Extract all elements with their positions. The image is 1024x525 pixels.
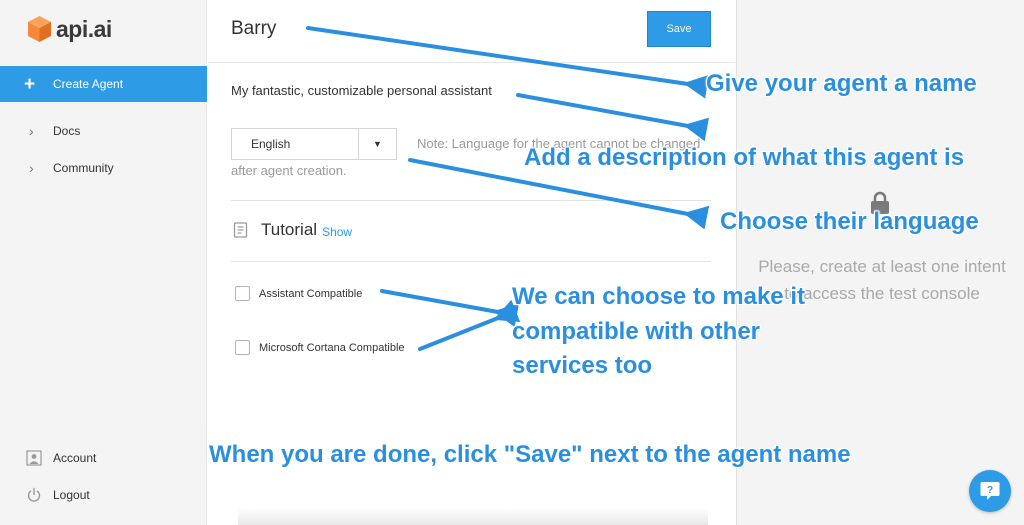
assistant-compatible-checkbox[interactable]: Assistant Compatible	[235, 286, 362, 301]
language-note-continued: after agent creation.	[231, 163, 347, 178]
annotation-name: Give your agent a name	[706, 70, 977, 97]
agent-description-input[interactable]: My fantastic, customizable personal assi…	[231, 83, 492, 98]
divider	[208, 62, 735, 63]
annotation-description: Add a description of what this agent is	[524, 144, 965, 171]
save-button[interactable]: Save	[647, 11, 711, 47]
language-select[interactable]: English ▼	[231, 128, 397, 160]
checkbox[interactable]	[235, 286, 250, 301]
sidebar-item-account[interactable]: Account	[0, 446, 207, 470]
book-icon	[233, 222, 248, 238]
tutorial-section: Tutorial Show	[233, 220, 352, 240]
logo[interactable]: api.ai	[27, 14, 112, 44]
cube-logo-icon	[28, 16, 51, 42]
person-icon	[26, 450, 42, 466]
divider	[231, 261, 711, 262]
caret-down-icon[interactable]: ▼	[359, 129, 396, 159]
checkbox-label: Microsoft Cortana Compatible	[259, 341, 405, 354]
svg-text:?: ?	[987, 485, 993, 496]
agent-name-input[interactable]: Barry	[231, 18, 276, 40]
language-value: English	[232, 129, 359, 159]
chevron-right-icon: ›	[29, 160, 34, 176]
checkbox[interactable]	[235, 340, 250, 355]
power-icon	[26, 487, 42, 503]
help-chat-icon: ?	[980, 482, 1000, 500]
help-chat-button[interactable]: ?	[969, 470, 1011, 512]
sidebar: api.ai + Create Agent › Docs › Community…	[0, 0, 207, 525]
sidebar-item-label: Community	[53, 161, 114, 175]
annotation-save: When you are done, click "Save" next to …	[209, 441, 851, 468]
create-agent-button[interactable]: + Create Agent	[0, 66, 207, 102]
chevron-right-icon: ›	[29, 123, 34, 139]
sidebar-item-logout[interactable]: Logout	[0, 483, 207, 507]
annotation-compatible: We can choose to make it compatible with…	[512, 283, 805, 379]
sidebar-item-docs[interactable]: › Docs	[0, 119, 207, 143]
divider	[231, 200, 711, 201]
footer-shadow	[238, 508, 708, 525]
tutorial-show-link[interactable]: Show	[322, 225, 352, 239]
sidebar-item-label: Account	[53, 451, 97, 465]
tutorial-title: Tutorial	[261, 220, 318, 239]
create-agent-label: Create Agent	[53, 77, 124, 91]
sidebar-item-label: Logout	[53, 488, 90, 502]
logo-text: api.ai	[56, 15, 112, 42]
annotation-language: Choose their language	[720, 208, 979, 235]
checkbox-label: Assistant Compatible	[259, 287, 363, 300]
sidebar-item-label: Docs	[53, 124, 81, 138]
sidebar-item-community[interactable]: › Community	[0, 156, 207, 180]
cortana-compatible-checkbox[interactable]: Microsoft Cortana Compatible	[235, 340, 405, 355]
plus-icon: +	[24, 73, 36, 95]
